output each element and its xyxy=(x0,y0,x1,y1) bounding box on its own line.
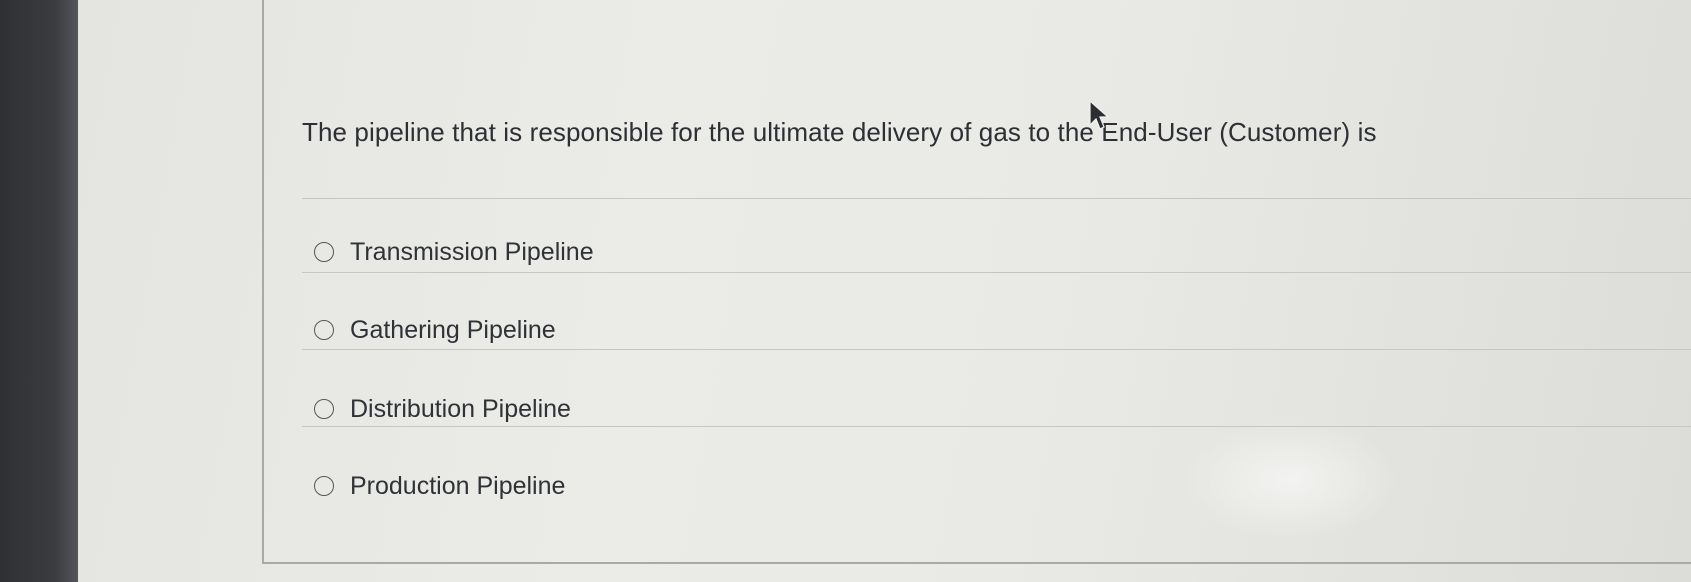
divider xyxy=(302,349,1691,350)
option-gathering-pipeline[interactable]: Gathering Pipeline xyxy=(314,310,556,350)
divider xyxy=(302,272,1691,273)
question-card: The pipeline that is responsible for the… xyxy=(262,0,1691,564)
radio-unselected-icon[interactable] xyxy=(314,242,334,262)
mouse-pointer-icon xyxy=(1089,99,1110,130)
radio-unselected-icon[interactable] xyxy=(314,399,334,419)
question-text: The pipeline that is responsible for the… xyxy=(302,117,1377,147)
option-label: Gathering Pipeline xyxy=(350,315,556,344)
option-transmission-pipeline[interactable]: Transmission Pipeline xyxy=(314,232,594,272)
divider xyxy=(302,426,1691,427)
divider xyxy=(302,198,1691,199)
option-label: Distribution Pipeline xyxy=(350,394,571,423)
radio-unselected-icon[interactable] xyxy=(314,320,334,340)
radio-unselected-icon[interactable] xyxy=(314,476,334,496)
monitor-bezel xyxy=(0,0,78,582)
option-label: Production Pipeline xyxy=(350,471,566,500)
option-distribution-pipeline[interactable]: Distribution Pipeline xyxy=(314,389,571,429)
option-label: Transmission Pipeline xyxy=(350,237,594,266)
option-production-pipeline[interactable]: Production Pipeline xyxy=(314,466,565,506)
